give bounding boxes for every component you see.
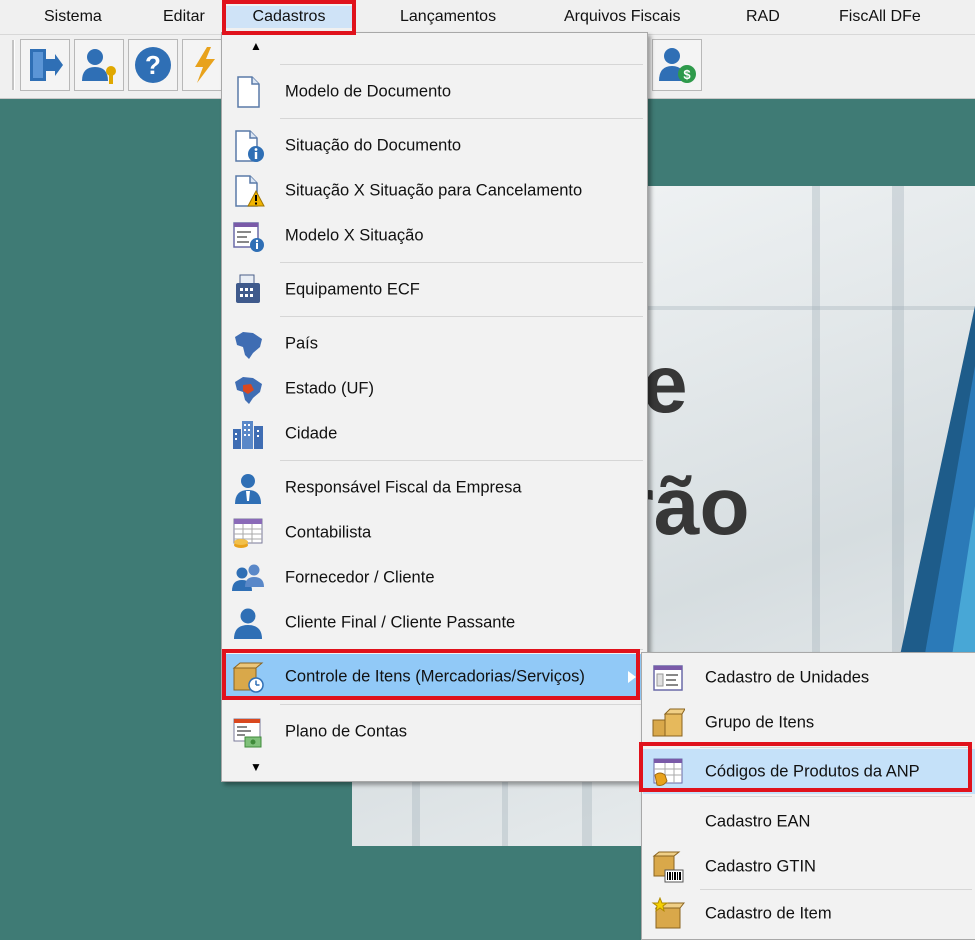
menu-separator [700,796,972,797]
user-money-icon: $ [659,48,696,83]
submenu-item-grupo-itens[interactable]: Grupo de Itens [643,700,975,745]
window-units-icon [653,664,683,691]
submenu-item-cadastro-item[interactable]: Cadastro de Item [643,891,975,936]
document-icon [237,75,260,108]
user-key-button[interactable] [74,39,124,91]
brazil-map-icon [235,331,262,359]
submenu-item-label: Códigos de Produtos da ANP [705,762,920,780]
menu-item-label: Situação X Situação para Cancelamento [285,181,583,199]
menu-bar: Sistema Editar Cadastros Lançamentos Arq… [0,0,975,35]
menu-arquivos-fiscais[interactable]: Arquivos Fiscais [564,6,680,28]
document-info-icon [235,129,264,162]
menu-item-equipamento-ecf[interactable]: Equipamento ECF [223,267,646,312]
menu-item-situacao-x-cancelamento[interactable]: Situação X Situação para Cancelamento [223,168,646,213]
scroll-down-arrow[interactable]: ▼ [250,760,262,774]
help-icon: ? [135,47,171,83]
banner-text-line1: e [642,339,688,430]
svg-text:$: $ [683,67,691,82]
menu-separator [280,704,643,705]
submenu-item-cadastro-gtin[interactable]: Cadastro GTIN [643,844,975,889]
exit-icon [30,49,63,81]
submenu-item-cadastro-unidades[interactable]: Cadastro de Unidades [643,655,975,700]
menu-separator [280,649,643,650]
calculator-table-icon [233,518,263,548]
brazil-state-map-icon [235,376,262,404]
chart-of-accounts-icon [233,718,262,747]
user-key-icon [82,49,116,84]
lightning-button[interactable] [182,39,222,91]
menu-item-label: Responsável Fiscal da Empresa [285,478,522,496]
menu-item-cliente-final[interactable]: Cliente Final / Cliente Passante [223,600,646,645]
toolbar-grip [12,40,15,90]
submenu-item-label: Cadastro EAN [705,812,811,830]
menu-lancamentos[interactable]: Lançamentos [400,6,496,28]
menu-item-label: País [285,334,319,352]
menu-item-label: Contabilista [285,523,372,541]
box-barcode-icon [652,851,684,882]
boxes-icon [652,708,685,736]
user-money-button[interactable]: $ [652,39,702,91]
menu-item-plano-contas[interactable]: Plano de Contas [223,709,646,754]
menu-item-modelo-x-situacao[interactable]: Modelo X Situação [223,213,646,258]
submenu-arrow-icon [628,671,636,683]
box-star-icon [651,896,685,928]
menu-item-fornecedor-cliente[interactable]: Fornecedor / Cliente [223,555,646,600]
menu-fiscall-dfe[interactable]: FiscAll DFe [839,6,921,28]
submenu-item-label: Grupo de Itens [705,713,815,731]
menu-item-situacao-documento[interactable]: Situação do Documento [223,123,646,168]
form-info-icon [233,221,264,252]
menu-item-label: Controle de Itens (Mercadorias/Serviços) [285,667,585,686]
exit-button[interactable] [20,39,70,91]
menu-separator [280,118,643,119]
box-clock-icon [232,662,264,693]
menu-item-modelo-documento[interactable]: Modelo de Documento [223,69,646,114]
person-icon [234,608,262,639]
menu-item-label: Modelo X Situação [285,226,424,244]
menu-separator [700,747,972,748]
menu-item-controle-itens[interactable]: Controle de Itens (Mercadorias/Serviços) [223,654,646,700]
table-hand-icon [653,758,683,786]
menu-rad[interactable]: RAD [746,6,780,28]
menu-separator [280,262,643,263]
menu-separator [700,889,972,890]
submenu-item-label: Cadastro GTIN [705,857,816,875]
menu-cadastros[interactable]: Cadastros [226,6,352,28]
submenu-item-codigos-anp[interactable]: Códigos de Produtos da ANP [643,749,975,794]
submenu-item-label: Cadastro de Unidades [705,668,870,686]
menu-item-responsavel-fiscal[interactable]: Responsável Fiscal da Empresa [223,465,646,510]
submenu-item-label: Cadastro de Item [705,904,832,922]
menu-item-label: Cliente Final / Cliente Passante [285,613,516,631]
menu-item-label: Modelo de Documento [285,82,452,100]
menu-item-contabilista[interactable]: Contabilista [223,510,646,555]
person-tie-icon [235,473,261,504]
menu-item-cidade[interactable]: Cidade [223,411,646,456]
lightning-icon [195,47,215,83]
city-buildings-icon [233,420,263,449]
menu-item-label: Situação do Documento [285,136,462,154]
cadastros-menu: ▲ Modelo de Documento Situação do Docume… [221,32,648,782]
menu-item-label: Estado (UF) [285,379,374,397]
printer-icon [236,274,260,303]
controle-itens-submenu: Cadastro de Unidades Grupo de Itens Códi… [641,652,975,940]
menu-sistema[interactable]: Sistema [44,6,102,28]
menu-item-pais[interactable]: País [223,321,646,366]
document-warning-icon [235,174,265,207]
menu-item-estado-uf[interactable]: Estado (UF) [223,366,646,411]
svg-text:?: ? [145,50,161,80]
menu-separator [280,316,643,317]
submenu-item-cadastro-ean[interactable]: Cadastro EAN [643,799,975,844]
menu-separator [280,64,643,65]
menu-item-label: Equipamento ECF [285,280,420,298]
menu-separator [280,460,643,461]
menu-item-label: Plano de Contas [285,722,408,740]
people-icon [232,564,264,591]
menu-item-label: Cidade [285,424,338,442]
menu-editar[interactable]: Editar [163,6,205,28]
scroll-up-arrow[interactable]: ▲ [250,39,262,53]
help-button[interactable]: ? [128,39,178,91]
menu-item-label: Fornecedor / Cliente [285,568,435,586]
